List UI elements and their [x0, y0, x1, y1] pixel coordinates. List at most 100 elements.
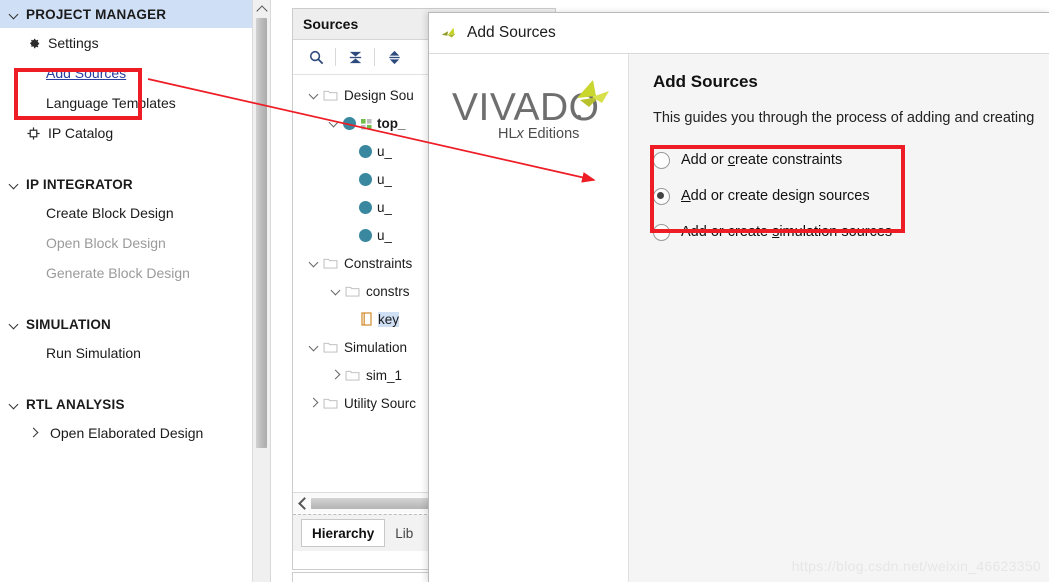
radio-label: Add or create constraints	[681, 152, 843, 168]
chevron-down-icon	[6, 396, 22, 412]
module-icon	[343, 116, 356, 130]
vivado-logo: VIVADO HLx Editions	[429, 72, 628, 146]
sources-panel-top-gap	[292, 0, 554, 8]
tab-hierarchy[interactable]: Hierarchy	[301, 519, 386, 547]
sidebar-section-ip-integrator[interactable]: IP INTEGRATOR	[0, 170, 270, 198]
svg-text:HLx Editions: HLx Editions	[498, 126, 579, 142]
tab-libraries[interactable]: Lib	[385, 520, 423, 546]
toolbar-divider	[374, 48, 375, 66]
radio-option-add-or-create-design-sources[interactable]: Add or create design sources	[653, 178, 1049, 214]
scroll-up-arrow-icon[interactable]	[253, 0, 270, 17]
chevron-down-icon	[6, 6, 22, 22]
folder-icon	[345, 369, 360, 381]
instance-icon	[359, 144, 372, 158]
ip-catalog-icon	[24, 124, 42, 142]
sidebar-section-project-manager[interactable]: PROJECT MANAGER	[0, 0, 270, 28]
collapse-all-icon[interactable]	[340, 44, 370, 70]
chevron-down-icon	[6, 316, 22, 332]
sidebar-item-create-block-design[interactable]: Create Block Design	[0, 198, 270, 228]
radio-option-add-or-create-constraints[interactable]: Add or create constraints	[653, 142, 1049, 178]
radio-button-icon[interactable]	[653, 223, 670, 241]
scroll-left-arrow-icon[interactable]	[293, 494, 311, 512]
instance-icon	[359, 172, 372, 186]
hierarchy-badge-icon	[361, 118, 372, 130]
chevron-down-icon	[6, 176, 22, 192]
sidebar-item-label: Run Simulation	[46, 345, 141, 361]
dialog-title-label: Add Sources	[467, 24, 556, 41]
sidebar-item-label: Open Block Design	[46, 235, 166, 251]
tree-node-label: constrs	[366, 283, 410, 299]
chevron-down-icon[interactable]	[307, 255, 323, 271]
tree-node-label: u_	[377, 227, 393, 243]
tree-node-label: key	[378, 311, 400, 327]
gear-icon	[24, 34, 42, 52]
search-icon[interactable]	[301, 44, 331, 70]
folder-icon	[345, 285, 360, 297]
sidebar-section-simulation[interactable]: SIMULATION	[0, 310, 270, 338]
tree-node-label: Simulation	[344, 339, 408, 355]
sidebar-section-label: IP INTEGRATOR	[26, 176, 133, 192]
sidebar-item-label: Open Elaborated Design	[50, 425, 204, 441]
sidebar-item-run-simulation[interactable]: Run Simulation	[0, 338, 270, 368]
screen-root: PROJECT MANAGER Settings Add Sources Lan…	[0, 0, 1049, 582]
folder-icon	[323, 397, 338, 409]
tree-node-label: sim_1	[366, 367, 403, 383]
source-type-radio-group: Add or create constraints Add or create …	[653, 142, 1049, 250]
instance-icon	[359, 228, 372, 242]
svg-text:VIVADO: VIVADO	[452, 86, 599, 129]
tab-label: Lib	[395, 525, 414, 541]
panel-title-label: Sources	[303, 16, 359, 32]
tab-label: Hierarchy	[312, 525, 375, 541]
chevron-down-icon[interactable]	[307, 87, 323, 103]
folder-icon	[323, 89, 338, 101]
sidebar-item-label: Create Block Design	[46, 205, 174, 221]
xilinx-logo-icon	[439, 24, 459, 42]
sidebar-item-open-block-design: Open Block Design	[0, 228, 270, 258]
expand-all-icon[interactable]	[379, 44, 409, 70]
sidebar-section-rtl-analysis[interactable]: RTL ANALYSIS	[0, 390, 270, 418]
dialog-content-panel: Add Sources This guides you through the …	[629, 54, 1049, 582]
sidebar-item-label: Generate Block Design	[46, 265, 190, 281]
tree-node-label: Design Sou	[344, 87, 414, 103]
radio-label: Add or create design sources	[681, 188, 870, 204]
tree-node-label: Utility Sourc	[344, 395, 417, 411]
scrollbar-thumb[interactable]	[256, 18, 267, 448]
chevron-right-icon[interactable]	[307, 395, 323, 411]
chevron-right-icon	[26, 425, 42, 441]
sidebar-item-label: Settings	[48, 35, 99, 51]
vivado-logo-icon: VIVADO HLx Editions	[452, 80, 609, 142]
annotation-box-add-sources-link	[14, 68, 142, 120]
toolbar-divider	[335, 48, 336, 66]
dialog-heading: Add Sources	[653, 72, 758, 91]
chevron-down-icon[interactable]	[307, 339, 323, 355]
radio-label: Add or create simulation sources	[681, 224, 893, 240]
radio-option-add-or-create-simulation-sources[interactable]: Add or create simulation sources	[653, 214, 1049, 250]
dialog-description: This guides you through the process of a…	[653, 110, 1035, 126]
chevron-down-icon[interactable]	[327, 115, 343, 131]
radio-button-icon[interactable]	[653, 151, 670, 169]
sidebar-item-ip-catalog[interactable]: IP Catalog	[0, 118, 270, 148]
dialog-titlebar: Add Sources	[429, 13, 1049, 54]
tree-node-label: u_	[377, 171, 393, 187]
sidebar-item-open-elaborated-design[interactable]: Open Elaborated Design	[0, 418, 270, 448]
sidebar-section-label: PROJECT MANAGER	[26, 6, 167, 22]
radio-button-icon[interactable]	[653, 187, 670, 205]
instance-icon	[359, 200, 372, 214]
folder-icon	[323, 257, 338, 269]
folder-icon	[323, 341, 338, 353]
sidebar-section-label: RTL ANALYSIS	[26, 396, 125, 412]
add-sources-dialog: Add Sources VIVADO HLx Editions Add Sour…	[428, 12, 1049, 582]
sidebar-item-label: IP Catalog	[48, 125, 114, 141]
file-icon	[361, 312, 373, 326]
tree-node-label: top_	[377, 115, 406, 131]
dialog-body: VIVADO HLx Editions Add Sources This gui…	[429, 54, 1049, 582]
sidebar-section-label: SIMULATION	[26, 316, 111, 332]
sidebar-item-settings[interactable]: Settings	[0, 28, 270, 58]
chevron-down-icon[interactable]	[329, 283, 345, 299]
chevron-right-icon[interactable]	[329, 367, 345, 383]
sidebar-scrollbar[interactable]	[252, 0, 270, 582]
sidebar-item-generate-block-design: Generate Block Design	[0, 258, 270, 288]
watermark-text: https://blog.csdn.net/weixin_46623350	[791, 558, 1041, 574]
